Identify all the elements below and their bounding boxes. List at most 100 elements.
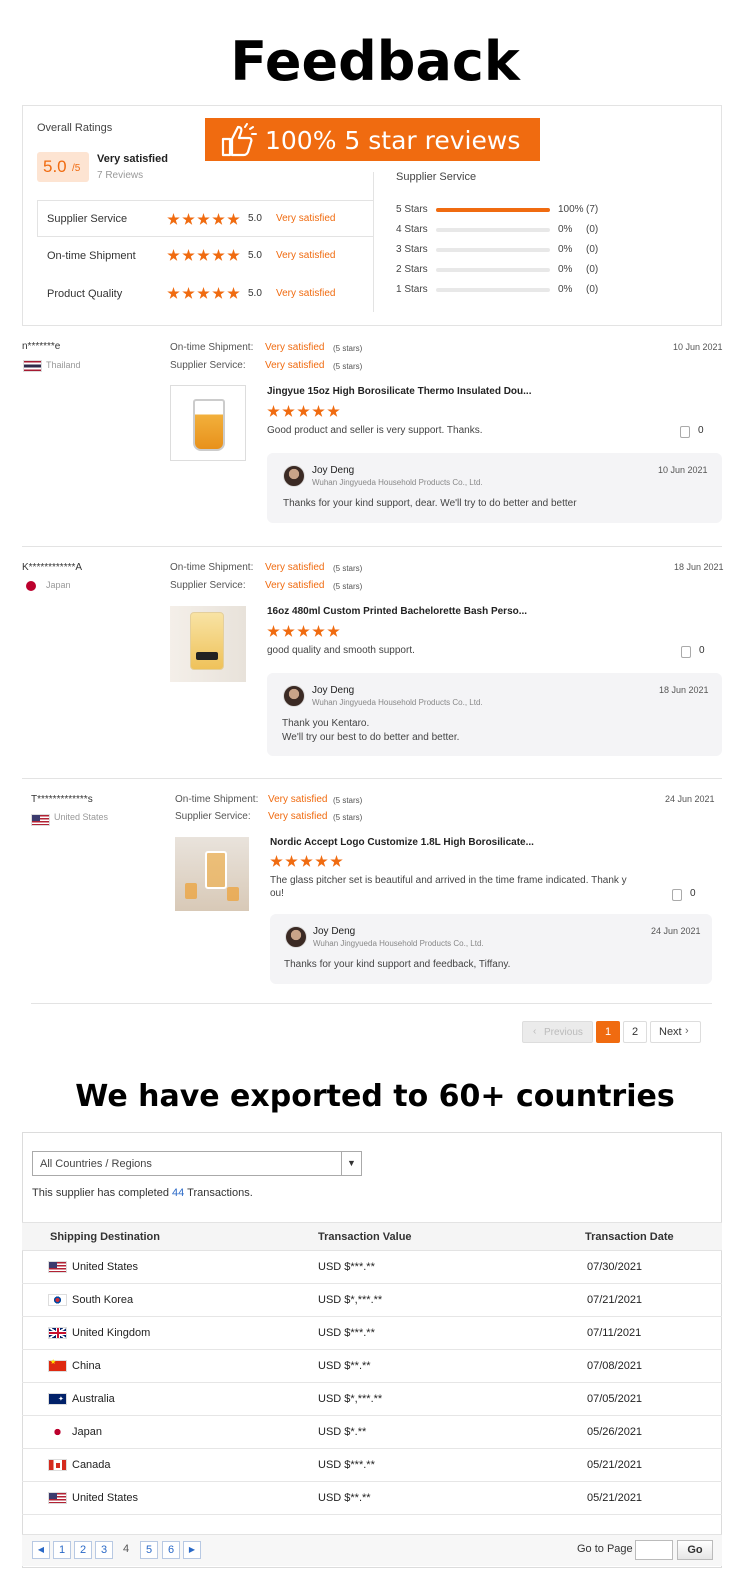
star-icon: [297, 625, 310, 637]
product-thumbnail[interactable]: [170, 606, 246, 682]
service-status: Very satisfied: [265, 360, 325, 371]
country-filter-select[interactable]: All Countries / Regions ▼: [32, 1151, 362, 1176]
page-1-button[interactable]: 1: [596, 1021, 620, 1043]
product-title-link[interactable]: 16oz 480ml Custom Printed Bachelorette B…: [267, 606, 527, 617]
page-button-1[interactable]: 1: [53, 1541, 71, 1559]
table-row: China USD $**.** 07/08/2021: [22, 1350, 722, 1383]
service-stars: (5 stars): [333, 582, 363, 591]
shipment-stars: (5 stars): [333, 564, 363, 573]
star-icon: [312, 625, 325, 637]
like-icon[interactable]: [681, 646, 691, 658]
transaction-summary: This supplier has completed 44 Transacti…: [32, 1187, 253, 1199]
table-header: Shipping Destination Transaction Value T…: [22, 1222, 722, 1251]
category-row-on-time-shipment: On-time Shipment 5.0 Very satisfied: [37, 237, 374, 274]
breakdown-row: 1 Stars 0% (0): [396, 284, 626, 298]
australia-flag-icon: [48, 1393, 67, 1405]
page-prev-icon[interactable]: ◀: [32, 1541, 50, 1559]
breakdown-label: 5 Stars: [396, 204, 428, 215]
star-icon: [315, 855, 328, 867]
star-icon: [167, 287, 180, 299]
reviewer-name: n*******e: [22, 341, 61, 352]
canada-flag-icon: [48, 1459, 67, 1471]
page-button-5[interactable]: 5: [140, 1541, 158, 1559]
page-button-2[interactable]: 2: [74, 1541, 92, 1559]
row-date: 05/26/2021: [587, 1426, 643, 1438]
star-icon: [197, 213, 210, 225]
page-button-3[interactable]: 3: [95, 1541, 113, 1559]
country-filter-value: All Countries / Regions: [40, 1158, 152, 1170]
like-icon[interactable]: [680, 426, 690, 438]
breakdown-count: (0): [586, 244, 599, 255]
row-country: Japan: [72, 1426, 102, 1438]
can-glass-image: [190, 612, 224, 670]
star-icon: [212, 213, 225, 225]
category-label: Supplier Service: [47, 213, 128, 225]
goto-page-label: Go to Page: [577, 1543, 633, 1555]
review-stars: [267, 405, 340, 418]
go-button[interactable]: Go: [677, 1540, 713, 1560]
table-row: United States USD $***.** 07/30/2021: [22, 1251, 722, 1284]
row-value: USD $***.**: [318, 1261, 375, 1273]
shipment-stars: (5 stars): [333, 796, 363, 805]
row-value: USD $*,***.**: [318, 1294, 383, 1306]
service-status: Very satisfied: [265, 580, 325, 591]
summary-suffix: Transactions.: [187, 1187, 253, 1199]
product-title-link[interactable]: Nordic Accept Logo Customize 1.8L High B…: [270, 837, 534, 848]
breakdown-label: 3 Stars: [396, 244, 428, 255]
previous-button[interactable]: ‹ Previous: [522, 1021, 593, 1043]
ratings-divider: [373, 172, 374, 312]
overall-ratings-label: Overall Ratings: [37, 122, 113, 134]
china-flag-icon: [48, 1358, 67, 1372]
row-country: United States: [72, 1261, 139, 1273]
row-date: 07/11/2021: [587, 1327, 642, 1339]
row-value: USD $*.**: [318, 1426, 367, 1438]
shipment-label: On-time Shipment:: [175, 794, 259, 805]
row-value: USD $**.**: [318, 1360, 371, 1372]
category-stars: [167, 249, 240, 262]
category-row-product-quality: Product Quality 5.0 Very satisfied: [37, 274, 374, 311]
banner-text: 100% 5 star reviews: [265, 126, 521, 155]
next-button[interactable]: Next ›: [650, 1021, 701, 1043]
product-thumbnail[interactable]: [175, 837, 249, 911]
table-row: United Kingdom USD $***.** 07/11/2021: [22, 1317, 722, 1350]
breakdown-percent: 0%: [558, 284, 573, 295]
row-date: 05/21/2021: [587, 1459, 643, 1471]
star-icon: [227, 213, 240, 225]
united-states-flag-icon: [48, 1492, 67, 1504]
page-2-button[interactable]: 2: [623, 1021, 647, 1043]
star-icon: [282, 625, 295, 637]
breakdown-count: (0): [586, 224, 599, 235]
star-icon: [227, 287, 240, 299]
star-icon: [297, 405, 310, 417]
category-label: Product Quality: [47, 288, 123, 300]
breakdown-count: (7): [586, 204, 599, 215]
united-kingdom-flag-icon: [48, 1327, 67, 1339]
row-country: China: [72, 1360, 101, 1372]
like-count: 0: [698, 425, 704, 436]
product-title-link[interactable]: Jingyue 15oz High Borosilicate Thermo In…: [267, 386, 532, 397]
page-next-icon[interactable]: ▶: [183, 1541, 201, 1559]
reply-company: Wuhan Jingyueda Household Products Co., …: [312, 478, 483, 487]
reviewer-name: K************A: [22, 562, 83, 573]
review-count: 7 Reviews: [97, 170, 144, 181]
breakdown-bar-track: [436, 208, 550, 212]
transaction-count-link[interactable]: 44: [172, 1187, 184, 1199]
south-korea-flag-icon: [48, 1294, 67, 1306]
review-stars: [270, 855, 343, 868]
goto-page-input[interactable]: [635, 1540, 673, 1560]
row-date: 05/21/2021: [587, 1492, 643, 1504]
breakdown-percent: 100%: [558, 204, 584, 215]
like-icon[interactable]: [672, 889, 682, 901]
review-divider: [31, 1003, 712, 1004]
service-stars: (5 stars): [333, 813, 363, 822]
star-icon: [285, 855, 298, 867]
star-icon: [270, 855, 283, 867]
star-icon: [182, 213, 195, 225]
breakdown-title: Supplier Service: [396, 171, 477, 183]
pitcher-image: [205, 851, 227, 889]
united-states-flag-icon: [48, 1261, 67, 1273]
page-button-6[interactable]: 6: [162, 1541, 180, 1559]
reply-company: Wuhan Jingyueda Household Products Co., …: [312, 698, 483, 707]
service-label: Supplier Service:: [175, 811, 251, 822]
product-thumbnail[interactable]: [170, 385, 246, 461]
